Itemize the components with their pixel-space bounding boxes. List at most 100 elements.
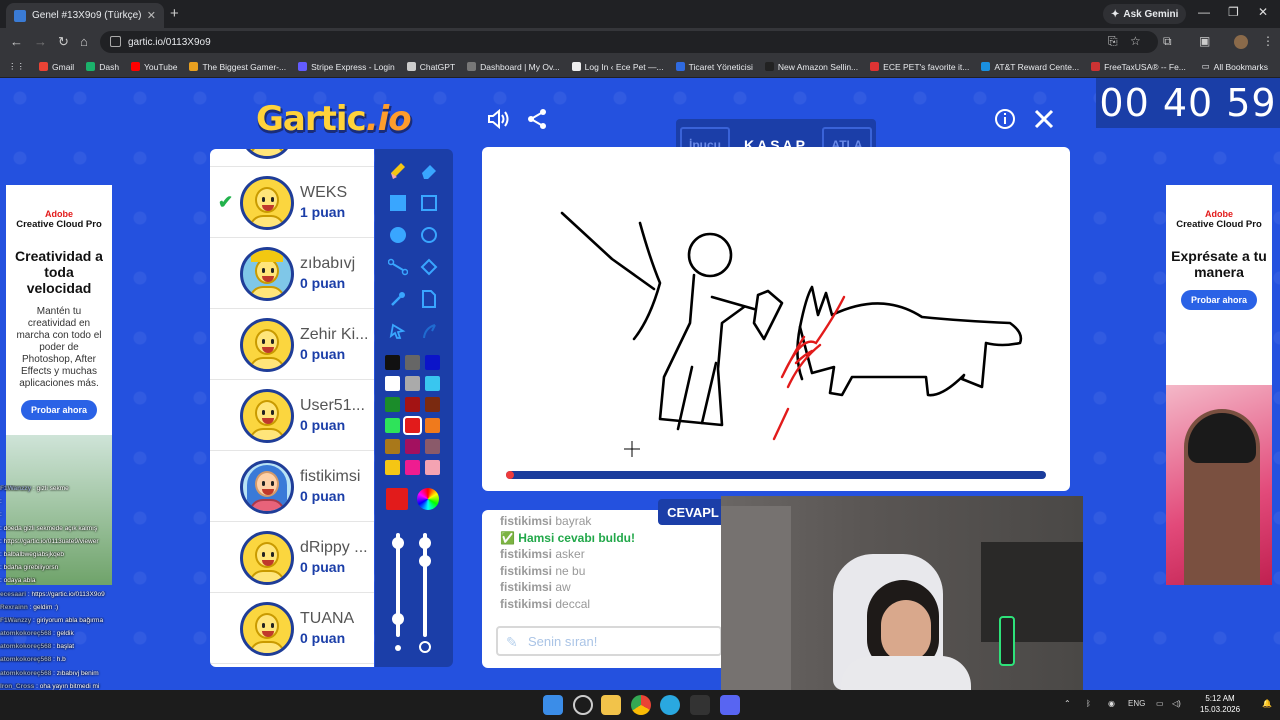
eraser-icon[interactable]: [417, 159, 441, 183]
system-clock[interactable]: 5:12 AM 15.03.2026: [1200, 693, 1240, 715]
bookmark-item[interactable]: ECE PET's favorite it...: [870, 62, 969, 72]
profile-avatar[interactable]: [1234, 35, 1248, 49]
color-swatch[interactable]: [385, 439, 400, 454]
fill-bucket-icon[interactable]: [417, 255, 441, 279]
filled-rectangle-icon[interactable]: [386, 191, 410, 215]
share-icon[interactable]: [526, 108, 548, 136]
extensions-icon[interactable]: ⧉: [1163, 34, 1172, 49]
back-icon[interactable]: ←: [10, 34, 23, 49]
bookmark-item[interactable]: New Amazon Sellin...: [764, 62, 858, 72]
color-swatch[interactable]: [385, 460, 400, 475]
circle-outline-icon[interactable]: [417, 223, 441, 247]
tray-chevron-icon[interactable]: ⌃: [1064, 699, 1071, 708]
bookmark-item[interactable]: Log In ‹ Ece Pet —...: [571, 62, 664, 72]
undo-icon[interactable]: [386, 319, 410, 343]
player-row[interactable]: ✔ WEKS 1 puan: [210, 168, 374, 238]
color-swatch[interactable]: [425, 355, 440, 370]
bookmark-item[interactable]: Dashboard | My Ov...: [467, 62, 560, 72]
color-swatch[interactable]: [405, 355, 420, 370]
filled-circle-icon[interactable]: [386, 223, 410, 247]
color-swatch[interactable]: [385, 355, 400, 370]
menu-icon[interactable]: ⋮: [1262, 34, 1274, 48]
color-swatch[interactable]: [405, 439, 420, 454]
amazon-icon: [764, 62, 774, 71]
install-app-icon[interactable]: ⎘: [1108, 34, 1118, 49]
player-row[interactable]: Zehir Ki... 0 puan: [210, 310, 374, 380]
split-view-icon[interactable]: ▣: [1199, 34, 1210, 48]
color-swatch[interactable]: [385, 418, 400, 433]
bluetooth-icon[interactable]: ᛒ: [1086, 699, 1091, 708]
drawing-canvas[interactable]: [482, 147, 1070, 491]
color-swatch[interactable]: [405, 460, 420, 475]
ask-gemini-button[interactable]: ✦ Ask Gemini: [1103, 4, 1187, 24]
steam-icon[interactable]: [573, 695, 593, 715]
close-window-icon[interactable]: ✕: [1258, 5, 1268, 19]
file-explorer-icon[interactable]: [601, 695, 621, 715]
forward-icon[interactable]: →: [34, 34, 47, 49]
eyedropper-icon[interactable]: [386, 287, 410, 311]
bookmark-item[interactable]: ChatGPT: [406, 62, 455, 72]
apps-icon[interactable]: ⋮⋮: [8, 61, 25, 72]
browser-tab[interactable]: Genel #13X9o9 (Türkçe) - Gartic ✕: [6, 3, 164, 28]
player-row[interactable]: User51... 0 puan: [210, 381, 374, 451]
reload-icon[interactable]: ↻: [58, 34, 69, 50]
language-indicator[interactable]: ENG: [1128, 699, 1145, 708]
bookmark-item[interactable]: Stripe Express - Login: [298, 62, 395, 72]
all-bookmarks-button[interactable]: ▭ All Bookmarks: [1202, 61, 1268, 72]
color-swatch[interactable]: [403, 416, 422, 435]
pencil-icon[interactable]: [386, 159, 410, 183]
obs-icon[interactable]: [690, 695, 710, 715]
color-swatch[interactable]: [385, 376, 400, 391]
new-tab-icon[interactable]: +: [170, 5, 179, 22]
color-swatch[interactable]: [385, 397, 400, 412]
answer-input[interactable]: ✎ Senin sıran!: [496, 626, 722, 656]
discord-icon[interactable]: [720, 695, 740, 715]
redo-icon[interactable]: [417, 319, 441, 343]
player-avatar: [240, 389, 294, 443]
line-tool-icon[interactable]: [386, 255, 410, 279]
home-icon[interactable]: ⌂: [80, 34, 88, 49]
bookmark-item[interactable]: The Biggest Gamer-...: [189, 62, 286, 72]
slider-top-knob[interactable]: [392, 537, 404, 549]
rectangle-outline-icon[interactable]: [417, 191, 441, 215]
close-icon[interactable]: [1033, 108, 1055, 136]
color-swatch[interactable]: [425, 418, 440, 433]
color-wheel-icon[interactable]: [417, 488, 439, 510]
color-swatch[interactable]: [425, 397, 440, 412]
notifications-icon[interactable]: 🔔: [1262, 699, 1272, 708]
info-icon[interactable]: [994, 108, 1016, 136]
opacity-top-knob[interactable]: [419, 537, 431, 549]
color-swatch[interactable]: [425, 439, 440, 454]
ad-cta-button[interactable]: Probar ahora: [21, 400, 97, 420]
bookmark-item[interactable]: Dash: [86, 62, 119, 72]
maximize-icon[interactable]: ❐: [1228, 5, 1239, 19]
mic-tray-icon[interactable]: ◉: [1108, 699, 1115, 708]
volume-icon[interactable]: ◁): [1172, 699, 1181, 708]
sound-icon[interactable]: [486, 108, 510, 136]
chrome-icon[interactable]: [631, 695, 651, 715]
brush-size-knob[interactable]: [392, 613, 404, 625]
right-ad[interactable]: Adobe Creative Cloud Pro Exprésate a tu …: [1166, 185, 1272, 585]
color-swatch[interactable]: [425, 376, 440, 391]
player-row[interactable]: zıbabıvj 0 puan: [210, 239, 374, 309]
page-icon[interactable]: [417, 287, 441, 311]
site-info-icon[interactable]: [110, 36, 121, 47]
close-tab-icon[interactable]: ✕: [147, 9, 156, 22]
color-swatch[interactable]: [405, 376, 420, 391]
bookmark-item[interactable]: FreeTaxUSA® -- Fe...: [1091, 62, 1186, 72]
color-swatch[interactable]: [405, 397, 420, 412]
bookmark-star-icon[interactable]: ☆: [1130, 34, 1141, 48]
gartic-app-icon[interactable]: [660, 695, 680, 715]
opacity-knob[interactable]: [419, 555, 431, 567]
gartic-favicon: [14, 9, 26, 22]
network-icon[interactable]: ▭: [1156, 699, 1164, 708]
bookmark-item[interactable]: AT&T Reward Cente...: [981, 62, 1079, 72]
bookmark-item[interactable]: Gmail: [39, 62, 74, 72]
url-bar[interactable]: gartic.io/0113X9o9: [100, 31, 1158, 53]
bookmark-item[interactable]: YouTube: [131, 62, 177, 72]
color-swatch[interactable]: [425, 460, 440, 475]
start-icon[interactable]: [543, 695, 563, 715]
minimize-icon[interactable]: —: [1198, 5, 1210, 19]
ad-cta-button[interactable]: Probar ahora: [1181, 290, 1257, 310]
bookmark-item[interactable]: Ticaret Yöneticisi: [675, 62, 753, 72]
